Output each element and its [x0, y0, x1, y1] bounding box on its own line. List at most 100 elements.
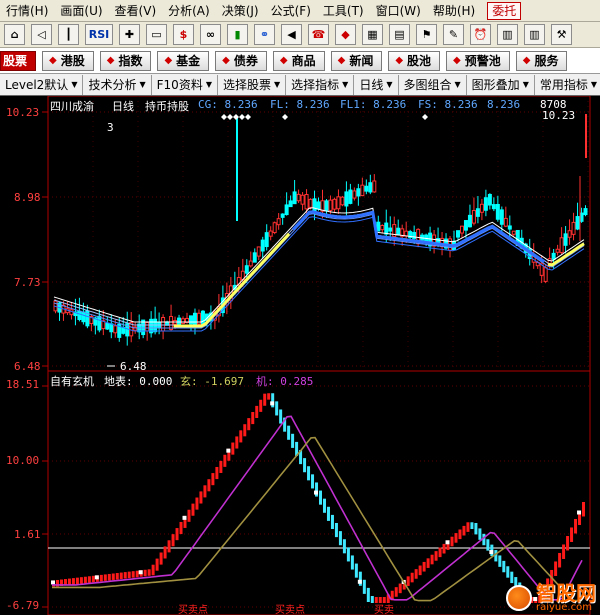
stock-chart-area[interactable]: 四川成渝 日线 持币持股 CG: 8.236 FL: 8.236 FL1: 8.… — [0, 96, 600, 615]
oscillator-bar — [338, 531, 342, 546]
oscillator-bar — [498, 555, 502, 567]
tab-8[interactable]: 常用指标 ▼ — [535, 75, 600, 95]
oscillator-bar — [155, 558, 159, 571]
oscillator-bar — [135, 570, 139, 578]
menu-item-0[interactable]: 行情(H) — [0, 0, 54, 22]
quick-button-0[interactable]: 股票 — [0, 50, 37, 71]
candlestick-body — [372, 180, 377, 193]
oscillator-bar — [91, 575, 95, 583]
trust-button[interactable]: 委托 — [487, 1, 522, 20]
oscillator-bar — [582, 501, 586, 517]
quick-button-7[interactable]: ◆ 股池 — [388, 50, 441, 71]
map-icon[interactable]: ▦ — [362, 24, 383, 45]
tab-1[interactable]: 技术分析 ▼ — [83, 74, 152, 95]
glasses-icon[interactable]: ∞ — [200, 24, 221, 45]
menu-item-8[interactable]: 帮助(H) — [427, 0, 481, 22]
tab-6[interactable]: 多图组合 ▼ — [399, 74, 467, 95]
oscillator-bar — [211, 473, 215, 486]
candlestick-body — [272, 222, 277, 234]
quick-button-2[interactable]: ◆ 指数 — [99, 50, 152, 71]
chart-bars-icon[interactable]: ▮ — [227, 24, 248, 45]
main-y-tick-4: 6.48 — [14, 360, 41, 373]
quick-button-8[interactable]: ◆ 预警池 — [446, 50, 510, 71]
candlestick-body — [559, 237, 564, 254]
tab-0[interactable]: Level2默认 ▼ — [0, 74, 84, 95]
tab-3[interactable]: 选择股票 ▼ — [218, 74, 287, 95]
menu-item-6[interactable]: 工具(T) — [317, 0, 370, 22]
megaphone-icon[interactable]: ◀ — [281, 24, 302, 45]
paint-icon[interactable]: ✎ — [443, 24, 464, 45]
candlestick-body — [113, 325, 118, 334]
tab-4[interactable]: 选择指标 ▼ — [286, 74, 355, 95]
tools-icon[interactable]: ⚒ — [551, 24, 572, 45]
candlestick-body — [380, 224, 385, 231]
oscillator-bar — [414, 569, 418, 579]
quick-button-4[interactable]: ◆ 债券 — [215, 50, 267, 71]
candlestick-body — [332, 198, 337, 210]
quick-button-5[interactable]: ◆ 商品 — [272, 50, 325, 71]
tab-5[interactable]: 日线 ▼ — [354, 74, 399, 95]
flag-icon[interactable]: ⚑ — [416, 24, 437, 45]
oscillator-bar — [107, 573, 111, 581]
quick-button-6[interactable]: ◆ 新闻 — [330, 50, 383, 71]
menu-item-1[interactable]: 画面(U) — [54, 0, 108, 22]
menu-item-5[interactable]: 公式(F) — [265, 0, 317, 22]
kline-chart-canvas[interactable] — [0, 96, 600, 615]
oscillator-bar — [418, 565, 422, 576]
binoculars-icon[interactable]: ⚭ — [254, 24, 275, 45]
signal-diamond-marker — [227, 114, 233, 120]
tab-7[interactable]: 图形叠加 ▼ — [467, 74, 535, 95]
sub-y-tick-2: 10.00 — [6, 454, 40, 467]
tab-2[interactable]: F10资料 ▼ — [152, 74, 218, 95]
dropdown-arrow-icon: ▼ — [139, 79, 146, 89]
quick-button-1[interactable]: ◆ 港股 — [42, 50, 94, 71]
signal-diamond-marker — [245, 114, 251, 120]
oscillator-bar — [303, 458, 307, 473]
candlestick-body — [479, 203, 484, 213]
red-diamond-icon: ◆ — [49, 55, 57, 66]
oscillator-bar — [179, 521, 183, 535]
oscillator-bar — [342, 539, 346, 554]
kline-icon[interactable]: ┃ — [58, 24, 79, 45]
quick-button-9[interactable]: ◆ 服务 — [515, 50, 568, 71]
dollar-icon[interactable]: $ — [173, 24, 194, 45]
oscillator-bar — [506, 566, 510, 578]
candlestick-body — [77, 310, 82, 320]
oscillator-bar — [103, 574, 107, 581]
book-icon[interactable]: ▥ — [497, 24, 518, 45]
oscillator-bar — [199, 491, 203, 504]
phone-icon[interactable]: ☎ — [308, 24, 329, 45]
calendar-icon[interactable]: ▤ — [389, 24, 410, 45]
oscillator-bar — [354, 563, 358, 578]
oscillator-bar — [430, 554, 434, 565]
alarm-icon[interactable]: ⏰ — [470, 24, 491, 45]
menu-item-3[interactable]: 分析(A) — [162, 0, 216, 22]
candlestick-body — [376, 221, 381, 232]
diamond-icon[interactable]: ◆ — [335, 24, 356, 45]
candlestick-body — [264, 232, 269, 248]
candlestick-body — [109, 323, 114, 333]
oscillator-bar — [259, 399, 263, 412]
oscillator-bar — [75, 577, 79, 585]
rsi-icon[interactable]: RSI — [85, 24, 113, 45]
quick-button-3[interactable]: ◆ 基金 — [157, 50, 210, 71]
indicator-name: 持币持股 — [145, 100, 189, 113]
tab-label: 选择指标 — [291, 77, 340, 92]
ruler-icon[interactable]: ▭ — [146, 24, 167, 45]
home-icon[interactable]: ⌂ — [4, 24, 25, 45]
candlestick-body — [571, 221, 576, 235]
candlestick-body — [105, 322, 110, 330]
candlestick-body — [388, 227, 393, 232]
back-icon[interactable]: ◁ — [31, 24, 52, 45]
candlestick-body — [296, 193, 301, 202]
signal-diamond-marker — [221, 114, 227, 120]
menu-item-4[interactable]: 决策(J) — [216, 0, 265, 22]
candlestick-body — [463, 220, 468, 231]
menu-item-7[interactable]: 窗口(W) — [370, 0, 427, 22]
tab-label: 图形叠加 — [471, 77, 520, 92]
oscillator-bar — [394, 587, 398, 597]
books-icon[interactable]: ▥ — [524, 24, 545, 45]
crosshair-icon[interactable]: ✚ — [119, 24, 140, 45]
menu-item-2[interactable]: 查看(V) — [109, 0, 163, 22]
oscillator-bar — [167, 540, 171, 553]
